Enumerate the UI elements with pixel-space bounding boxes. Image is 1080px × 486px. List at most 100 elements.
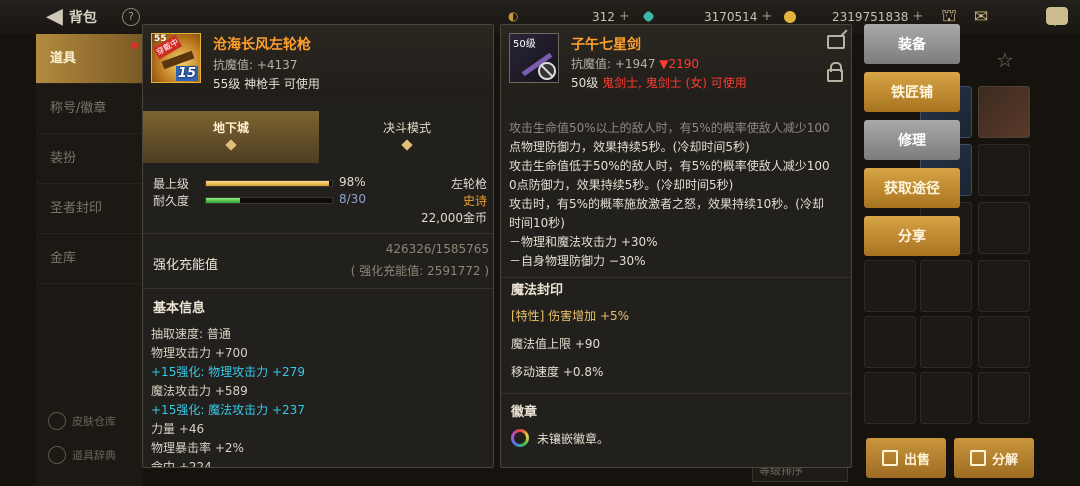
inventory-slot[interactable] <box>978 260 1030 312</box>
favorite-star-icon[interactable]: ☆ <box>996 48 1014 72</box>
tab-duel-label: 决斗模式 <box>382 121 431 135</box>
sidebar-item-seal[interactable]: 圣者封印 <box>36 184 142 234</box>
stat-list: 抽取速度: 普通 物理攻击力 +700 +15强化: 物理攻击力 +279 魔法… <box>151 325 305 468</box>
item-level-badge: 50级 <box>513 39 536 50</box>
sidebar-item-avatar[interactable]: 装扮 <box>36 134 142 184</box>
acquire-route-button[interactable]: 获取途径 <box>864 168 960 208</box>
help-icon[interactable]: ? <box>122 8 140 26</box>
add-gold-icon[interactable]: + <box>912 9 923 24</box>
durability-row: 耐久度 8/30 <box>153 192 485 209</box>
disassemble-button[interactable]: 分解 <box>954 438 1034 478</box>
repair-button[interactable]: 修理 <box>864 120 960 160</box>
share-label: 分享 <box>898 229 926 245</box>
resource-cera-value: 3170514 <box>704 9 758 24</box>
stat-line: 物理攻击力 +700 <box>151 346 248 360</box>
tab-dungeon-label: 地下城 <box>212 121 249 135</box>
share-button[interactable]: 分享 <box>864 216 960 256</box>
inventory-slot[interactable] <box>978 372 1030 424</box>
desc-line: 攻击时，有5%的概率施放激者之怒，效果持续10秒。(冷却 <box>509 197 824 211</box>
diamond-icon <box>225 139 237 151</box>
mail-icon[interactable]: ✉ <box>968 5 994 29</box>
emblem-text: 未镶嵌徽章。 <box>537 431 610 446</box>
disassemble-icon <box>969 450 986 466</box>
repair-label: 修理 <box>898 133 926 149</box>
disassemble-label: 分解 <box>991 452 1018 468</box>
inventory-slot[interactable] <box>978 316 1030 368</box>
equip-label: 装备 <box>898 37 926 53</box>
resource-currency-1: ◐ <box>508 9 518 23</box>
max-level-bar <box>205 180 333 187</box>
stat-line: 力量 +46 <box>151 422 205 436</box>
resource-energy-value: 312 <box>592 9 615 24</box>
inventory-slot[interactable] <box>978 144 1030 196</box>
add-energy-icon[interactable]: + <box>619 9 630 24</box>
chat-icon[interactable] <box>1046 7 1068 26</box>
item-dictionary-label: 道具辞典 <box>72 449 116 462</box>
tab-dungeon[interactable]: 地下城 <box>143 111 319 163</box>
item-requirement: 50级 鬼剑士, 鬼剑士 (女) 可使用 <box>571 74 747 91</box>
magic-seal-title: 魔法封印 <box>511 283 564 298</box>
emblem-slot-icon <box>511 429 529 447</box>
stat-line: 魔法攻击力 +589 <box>151 384 248 398</box>
sell-icon <box>881 450 898 466</box>
inventory-slot[interactable] <box>978 86 1030 138</box>
stat-line: 抽取速度: 普通 <box>151 327 231 341</box>
desc-line: 0点防御力，效果持续5秒。(冷却时间5秒) <box>509 178 734 192</box>
inventory-slot[interactable] <box>978 202 1030 254</box>
inventory-slot[interactable] <box>920 260 972 312</box>
sell-label: 出售 <box>903 452 930 468</box>
item-requirement: 55级 神枪手 可使用 <box>213 77 320 91</box>
item-resist-diff: ▼2190 <box>659 57 700 71</box>
sell-button[interactable]: 出售 <box>866 438 946 478</box>
sidebar-item-titles[interactable]: 称号/徽章 <box>36 84 142 134</box>
tab-duel[interactable]: 决斗模式 <box>319 111 493 163</box>
item-header: 55 穿戴中 15 沧海长风左轮枪 抗魔值: +4137 55级 神枪手 可使用 <box>143 25 493 97</box>
emblem-row: 未镶嵌徽章。 <box>511 429 609 447</box>
inventory-slot[interactable] <box>864 372 916 424</box>
magic-seal-line: 魔法值上限 +90 <box>511 337 601 351</box>
magic-seal-line: [特性] 伤害增加 +5% <box>511 309 630 323</box>
desc-line: 攻击生命值50%以上的敌人时，有5%的概率使敌人减少100 <box>509 121 830 135</box>
item-status-bars: 最上级 98% 耐久度 8/30 <box>153 175 485 209</box>
blacksmith-button[interactable]: 铁匠铺 <box>864 72 960 112</box>
charge-label: 强化充能值 <box>153 258 219 273</box>
max-level-bar-fill <box>206 181 330 186</box>
item-icon: 50级 <box>509 33 559 83</box>
item-resist-value: 抗魔值: +1947 <box>571 57 656 71</box>
sidebar-item-vault[interactable]: 金库 <box>36 234 142 284</box>
skin-storage-icon <box>48 412 66 430</box>
skin-storage-button[interactable]: 皮肤仓库 <box>48 412 116 430</box>
magic-seal-line: 移动速度 +0.8% <box>511 365 604 379</box>
item-header: 50级 子午七星剑 抗魔值: +1947 ▼2190 50级 鬼剑士, 鬼剑士 … <box>501 25 851 97</box>
compare-item-panel: 攻击生命值50%以上的敌人时，有5%的概率使敌人减少100 点物理防御力，效果持… <box>500 24 852 468</box>
share-icon[interactable] <box>827 35 845 49</box>
max-level-label: 最上级 <box>153 177 190 191</box>
resource-gold: 2319751838 + <box>832 9 923 24</box>
divider <box>501 393 851 394</box>
equip-button[interactable]: 装备 <box>864 24 960 64</box>
back-button[interactable]: ◀ 背包 <box>46 6 97 28</box>
enhance-charge-section: 强化充能值 426326/1585765 ( 强化充能值: 2591772 ) <box>143 233 493 289</box>
blacksmith-label: 铁匠铺 <box>891 85 933 101</box>
item-type: 左轮枪 <box>450 177 487 191</box>
add-cera-icon[interactable]: + <box>761 9 772 24</box>
inventory-slot[interactable] <box>920 316 972 368</box>
equipped-item-panel: 55 穿戴中 15 沧海长风左轮枪 抗魔值: +4137 55级 神枪手 可使用… <box>142 24 494 468</box>
stat-line-enhance: +15强化: 魔法攻击力 +237 <box>151 403 305 417</box>
lock-icon[interactable] <box>827 62 843 82</box>
sidebar-item-items[interactable]: 道具 <box>36 34 142 84</box>
page-title: 背包 <box>68 10 97 26</box>
max-level-value: 98% <box>339 175 366 189</box>
item-dictionary-button[interactable]: 道具辞典 <box>48 446 116 464</box>
diamond-icon <box>401 139 413 151</box>
enhance-badge: 15 <box>175 66 198 81</box>
mode-tabs: 地下城 决斗模式 <box>143 111 493 163</box>
stat-line: 命中 +224 <box>151 460 212 468</box>
item-description: 攻击生命值50%以上的敌人时，有5%的概率使敌人减少100 点物理防御力，效果持… <box>509 119 849 271</box>
magic-seal-list: [特性] 伤害增加 +5% 魔法值上限 +90 移动速度 +0.8% <box>511 302 629 386</box>
inventory-slot[interactable] <box>920 372 972 424</box>
resource-gold-value: 2319751838 <box>832 9 909 24</box>
inventory-slot[interactable] <box>864 316 916 368</box>
inventory-slot[interactable] <box>864 260 916 312</box>
coin-icon: ◐ <box>508 9 519 23</box>
